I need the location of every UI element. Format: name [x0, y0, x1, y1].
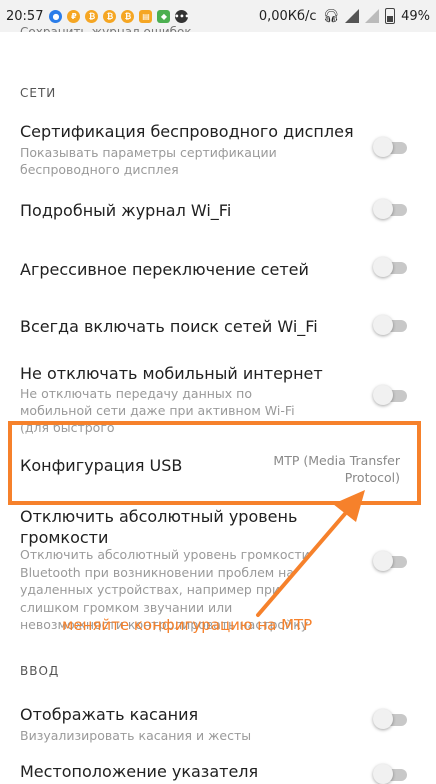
annotation-arrow [256, 490, 365, 617]
